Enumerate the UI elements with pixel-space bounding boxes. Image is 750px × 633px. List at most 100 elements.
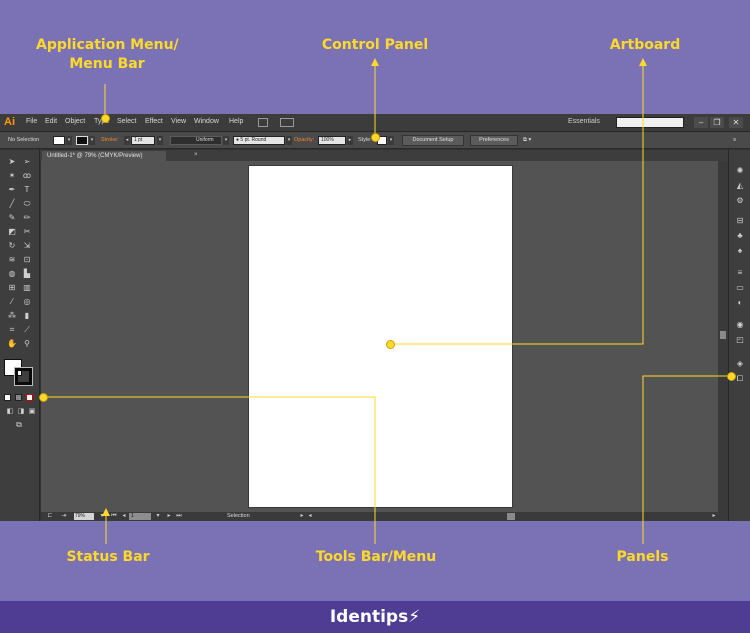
last-artboard-icon[interactable]: ⏭ (174, 512, 184, 521)
brush-definition[interactable]: ● 5 pt. Round (233, 136, 285, 145)
stroke-weight-field[interactable]: 1 pt (131, 136, 155, 145)
menu-window[interactable]: Window (194, 118, 219, 125)
style-dropdown[interactable]: ▾ (388, 136, 394, 145)
artboard-number-field[interactable]: 1 (129, 513, 151, 520)
gradient-icon[interactable]: ▥ (22, 283, 32, 292)
menu-effect[interactable]: Effect (145, 118, 163, 125)
scroll-left-icon[interactable]: ◂ (305, 512, 315, 521)
stroke-stepper[interactable]: ◂ (124, 136, 130, 145)
stroke-color-box[interactable] (14, 367, 33, 386)
artboard-dropdown-icon[interactable]: ▾ (153, 512, 163, 521)
none-mode-icon[interactable] (26, 394, 33, 401)
status-export-icon[interactable]: ⇥ (59, 512, 69, 521)
panel-menu-icon[interactable]: ≡ (733, 137, 736, 143)
eraser-icon[interactable]: ◩ (7, 227, 17, 236)
line-icon[interactable]: ╱ (7, 199, 17, 208)
scissors-icon[interactable]: ✂ (22, 227, 32, 236)
slice-icon[interactable]: ⟋ (22, 325, 32, 334)
vertical-scroll-thumb[interactable] (720, 331, 726, 339)
shape-builder-icon[interactable]: ◍ (7, 269, 17, 278)
draw-inside-icon[interactable]: ▣ (27, 407, 37, 416)
arrange-icon[interactable]: ⧉ ▾ (523, 137, 531, 144)
preferences-button[interactable]: Preferences (470, 135, 518, 146)
symbols-icon[interactable]: ♣ (735, 231, 745, 240)
brush-dropdown[interactable]: ▾ (286, 136, 292, 145)
menu-edit[interactable]: Edit (45, 118, 57, 125)
paintbrush-icon[interactable]: ✎ (7, 213, 17, 222)
lasso-icon[interactable]: ꝏ (22, 171, 32, 180)
artboards-panel-icon[interactable]: ⧠ (735, 374, 745, 383)
perspective-icon[interactable]: ▙ (22, 269, 32, 278)
brushes-icon[interactable]: ⊟ (735, 216, 745, 225)
direct-selection-icon[interactable]: ➢ (22, 157, 32, 166)
ellipse-icon[interactable]: ⬭ (22, 199, 32, 208)
status-text[interactable]: Selection (227, 513, 250, 519)
menu-view[interactable]: View (171, 118, 186, 125)
first-artboard-icon[interactable]: ⏮ (109, 512, 119, 521)
zoom-dropdown-icon[interactable]: ▾ (97, 512, 107, 521)
minimize-button[interactable]: – (694, 117, 708, 128)
color-mode-icon[interactable] (4, 394, 11, 401)
align-icon[interactable]: ◰ (735, 335, 745, 344)
blend-icon[interactable]: ◎ (22, 297, 32, 306)
horizontal-scroll-thumb[interactable] (507, 513, 515, 520)
draw-behind-icon[interactable]: ◨ (16, 407, 26, 416)
document-tab[interactable]: Untitled-1* @ 79% (CMYK/Preview) (42, 151, 166, 161)
stroke-weight-dropdown[interactable]: ▾ (157, 136, 163, 145)
mesh-icon[interactable]: ⊞ (7, 283, 17, 292)
pen-icon[interactable]: ✒ (7, 185, 17, 194)
draw-normal-icon[interactable]: ◧ (5, 407, 15, 416)
layers-icon[interactable]: ◈ (735, 359, 745, 368)
opacity-dropdown[interactable]: ▸ (347, 136, 353, 145)
appearance-icon[interactable]: ◉ (735, 320, 745, 329)
rotate-icon[interactable]: ↻ (7, 241, 17, 250)
menu-help[interactable]: Help (229, 118, 243, 125)
next-artboard-icon[interactable]: ▸ (164, 512, 174, 521)
graph-icon[interactable]: ▮ (22, 311, 32, 320)
status-prev-icon[interactable]: ⊏ (45, 512, 55, 521)
zoom-icon[interactable]: ⚲ (22, 339, 32, 348)
stroke-dropdown[interactable]: ▾ (89, 136, 95, 145)
vertical-scrollbar[interactable] (718, 161, 728, 512)
symbol-sprayer-icon[interactable]: ⁂ (7, 311, 17, 320)
menu-object[interactable]: Object (65, 118, 85, 125)
arrange-documents-button[interactable] (280, 118, 294, 127)
transparency-icon[interactable]: ◐ (735, 298, 745, 307)
graphic-styles-icon[interactable]: ♠ (735, 246, 745, 255)
scroll-right-icon[interactable]: ▸ (709, 512, 719, 521)
magic-wand-icon[interactable]: ✶ (7, 171, 17, 180)
fill-dropdown[interactable]: ▾ (66, 136, 72, 145)
swatches-icon[interactable]: ⚙ (735, 196, 745, 205)
close-tab-icon[interactable]: × (194, 152, 198, 158)
workspace-switcher[interactable]: Essentials (568, 118, 600, 125)
artboard[interactable] (248, 165, 513, 508)
close-button[interactable]: ✕ (729, 117, 743, 128)
screen-mode-icon[interactable]: ⧉ (14, 420, 24, 429)
canvas-area[interactable] (41, 161, 718, 512)
gradient-mode-icon[interactable] (15, 394, 22, 401)
color-guide-icon[interactable]: ◭ (735, 181, 745, 190)
profile-dropdown[interactable]: ▾ (223, 136, 229, 145)
fill-swatch[interactable] (53, 136, 65, 145)
stroke-swatch[interactable] (76, 136, 88, 145)
restore-button[interactable]: ❐ (710, 117, 724, 128)
zoom-level-field[interactable]: 79% (74, 513, 94, 520)
eyedropper-icon[interactable]: ⁄ (7, 297, 17, 306)
pencil-icon[interactable]: ✏ (22, 213, 32, 222)
variable-width-profile[interactable]: Uniform (170, 136, 222, 145)
stroke-label[interactable]: Stroke: (101, 137, 118, 143)
free-transform-icon[interactable]: ⊡ (22, 255, 32, 264)
help-search-input[interactable] (616, 117, 684, 128)
color-icon[interactable]: ✺ (735, 166, 745, 175)
artboard-tool-icon[interactable]: ⌗ (7, 325, 17, 334)
menu-select[interactable]: Select (117, 118, 136, 125)
document-setup-button[interactable]: Document Setup (402, 135, 464, 146)
hand-icon[interactable]: ✋ (7, 339, 17, 348)
warp-icon[interactable]: ≋ (7, 255, 17, 264)
opacity-field[interactable]: 100% (318, 136, 346, 145)
stroke-icon[interactable]: ≡ (735, 268, 745, 277)
gradient-panel-icon[interactable]: ▭ (735, 283, 745, 292)
menu-file[interactable]: File (26, 118, 37, 125)
bridge-button[interactable] (258, 118, 268, 127)
type-icon[interactable]: T (22, 185, 32, 194)
